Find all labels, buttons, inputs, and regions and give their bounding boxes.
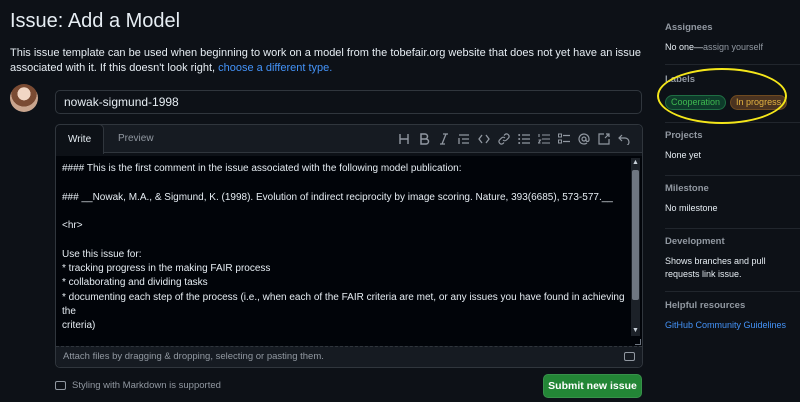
- milestone-section: Milestone No milestone: [665, 183, 800, 215]
- heading-icon[interactable]: [394, 129, 414, 149]
- task-list-icon[interactable]: [554, 129, 574, 149]
- helpful-resources-section: Helpful resources GitHub Community Guide…: [665, 300, 800, 332]
- scrollbar-thumb[interactable]: [632, 170, 639, 300]
- helpful-resources-heading: Helpful resources: [665, 300, 746, 311]
- markdown-support-note: Styling with Markdown is supported: [55, 380, 221, 391]
- development-section: Development Shows branches and pull requ…: [665, 236, 800, 281]
- assignees-none: No one—: [665, 42, 704, 52]
- development-heading[interactable]: Development: [665, 236, 800, 247]
- projects-section: Projects None yet: [665, 130, 800, 162]
- assignees-section: Assignees No one—assign yourself: [665, 22, 800, 54]
- tab-write[interactable]: Write: [55, 124, 105, 154]
- attach-files-area[interactable]: Attach files by dragging & dropping, sel…: [56, 346, 642, 367]
- projects-value: None yet: [665, 150, 702, 160]
- milestone-heading[interactable]: Milestone: [665, 183, 800, 194]
- markdown-note-text[interactable]: Styling with Markdown is supported: [72, 380, 221, 391]
- issue-sidebar: Assignees No one—assign yourself Labels …: [665, 0, 800, 402]
- numbered-list-icon[interactable]: [534, 129, 554, 149]
- tab-preview[interactable]: Preview: [106, 125, 166, 153]
- code-icon[interactable]: [474, 129, 494, 149]
- scroll-up-arrow-icon[interactable]: ▲: [631, 158, 640, 168]
- sidebar-divider: [665, 64, 800, 65]
- labels-highlight-annotation: [657, 68, 787, 124]
- italic-icon[interactable]: [434, 129, 454, 149]
- scroll-down-arrow-icon[interactable]: ▼: [631, 326, 640, 336]
- assignees-heading[interactable]: Assignees: [665, 22, 800, 33]
- mention-icon[interactable]: [574, 129, 594, 149]
- quote-icon[interactable]: [454, 129, 474, 149]
- development-value: Shows branches and pull requests link is…: [665, 256, 766, 279]
- markdown-icon: [624, 352, 635, 361]
- milestone-value: No milestone: [665, 203, 718, 213]
- issue-form-main: Issue: Add a Model This issue template c…: [0, 0, 652, 402]
- editor-header: Write Preview: [55, 124, 642, 154]
- markdown-icon: [55, 381, 66, 390]
- assign-yourself-link[interactable]: assign yourself: [703, 42, 763, 52]
- template-description: This issue template can be used when beg…: [10, 46, 646, 76]
- projects-heading[interactable]: Projects: [665, 130, 800, 141]
- attach-files-hint: Attach files by dragging & dropping, sel…: [63, 351, 324, 362]
- textarea-scrollbar[interactable]: ▲ ▼: [631, 158, 640, 336]
- sidebar-divider: [665, 291, 800, 292]
- choose-different-type-link[interactable]: choose a different type.: [218, 62, 332, 74]
- sidebar-divider: [665, 228, 800, 229]
- avatar: [10, 84, 38, 112]
- undo-icon[interactable]: [614, 129, 634, 149]
- comment-body-text[interactable]: #### This is the first comment in the is…: [62, 162, 628, 346]
- assignees-value: No one—assign yourself: [665, 41, 800, 54]
- markdown-toolbar: [394, 125, 634, 153]
- community-guidelines-link[interactable]: GitHub Community Guidelines: [665, 319, 800, 332]
- bulleted-list-icon[interactable]: [514, 129, 534, 149]
- cross-reference-icon[interactable]: [594, 129, 614, 149]
- submit-new-issue-button[interactable]: Submit new issue: [543, 374, 642, 398]
- bold-icon[interactable]: [414, 129, 434, 149]
- resize-handle-icon[interactable]: [635, 339, 641, 345]
- page-title: Issue: Add a Model: [10, 10, 181, 32]
- comment-editor: Write Preview #### This is the first com…: [55, 124, 643, 368]
- sidebar-divider: [665, 175, 800, 176]
- comment-body-textarea[interactable]: #### This is the first comment in the is…: [56, 156, 642, 346]
- issue-title-input[interactable]: [55, 90, 642, 114]
- link-icon[interactable]: [494, 129, 514, 149]
